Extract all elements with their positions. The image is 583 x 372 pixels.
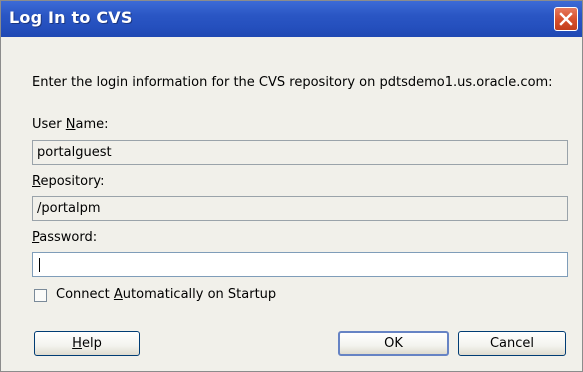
window-title: Log In to CVS — [9, 8, 133, 27]
repository-field[interactable]: /portalpm — [32, 196, 568, 221]
auto-connect-label[interactable]: Connect Automatically on Startup — [56, 287, 276, 302]
repository-label: Repository: — [32, 174, 105, 189]
user-name-label: User Name: — [32, 117, 109, 132]
close-icon — [559, 12, 573, 26]
help-button[interactable]: Help — [34, 331, 140, 356]
login-dialog: Log In to CVS Enter the login informatio… — [0, 0, 583, 372]
cancel-button[interactable]: Cancel — [458, 331, 566, 356]
user-name-field[interactable]: portalguest — [32, 140, 568, 165]
ok-button[interactable]: OK — [338, 331, 449, 356]
auto-connect-checkbox[interactable] — [34, 289, 47, 302]
text-caret — [39, 258, 40, 272]
title-bar[interactable]: Log In to CVS — [1, 1, 582, 37]
close-button[interactable] — [554, 7, 578, 31]
instruction-text: Enter the login information for the CVS … — [32, 75, 553, 90]
password-label: Password: — [32, 230, 98, 245]
password-field[interactable] — [32, 252, 568, 277]
